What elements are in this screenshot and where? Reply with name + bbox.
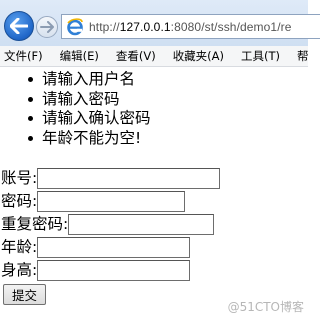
form-row-confirm-password: 重复密码:: [0, 213, 308, 236]
menu-file[interactable]: 文件(F): [0, 46, 47, 66]
menu-tools[interactable]: 工具(T): [236, 46, 284, 66]
form-row-account: 账号:: [0, 167, 308, 190]
account-label: 账号:: [1, 169, 38, 187]
menu-view[interactable]: 查看(V): [111, 46, 160, 66]
height-label: 身高:: [1, 261, 38, 279]
browser-navigation-bar: http://127.0.0.1:8080/st/ssh/demo1/re: [0, 0, 320, 46]
internet-explorer-icon: [67, 17, 83, 35]
form-row-age: 年龄:: [0, 236, 308, 259]
back-button[interactable]: [4, 11, 34, 41]
validation-error-list: 请输入用户名 请输入密码 请输入确认密码 年龄不能为空!: [0, 70, 308, 148]
form-row-password: 密码:: [0, 190, 308, 213]
page-content: 请输入用户名 请输入密码 请输入确认密码 年龄不能为空! 账号: 密码: 重复密…: [0, 70, 308, 305]
error-message: 年龄不能为空!: [28, 129, 308, 149]
error-message: 请输入确认密码: [28, 109, 308, 129]
menu-help[interactable]: 帮助: [292, 46, 308, 66]
account-input[interactable]: [37, 168, 221, 189]
submit-button[interactable]: 提交: [3, 284, 47, 305]
watermark: @51CTO博客: [227, 300, 304, 314]
confirm-password-input[interactable]: [68, 214, 215, 235]
register-form: 账号: 密码: 重复密码: 年龄: 身高: 提交: [0, 167, 308, 305]
address-bar[interactable]: http://127.0.0.1:8080/st/ssh/demo1/re: [61, 14, 320, 39]
error-message: 请输入用户名: [28, 70, 308, 90]
menu-bar: 文件(F) 编辑(E) 查看(V) 收藏夹(A) 工具(T) 帮助: [0, 46, 308, 67]
forward-button[interactable]: [36, 16, 58, 38]
password-label: 密码:: [1, 192, 38, 210]
url-text: http://127.0.0.1:8080/st/ssh/demo1/re: [89, 19, 292, 34]
menu-favorites[interactable]: 收藏夹(A): [168, 46, 228, 66]
age-input[interactable]: [37, 237, 191, 258]
error-message: 请输入密码: [28, 90, 308, 110]
form-row-height: 身高:: [0, 259, 308, 282]
password-input[interactable]: [37, 191, 186, 212]
height-input[interactable]: [37, 260, 191, 281]
confirm-password-label: 重复密码:: [1, 215, 69, 233]
age-label: 年龄:: [1, 238, 38, 256]
forward-arrow-icon: [40, 21, 54, 33]
menu-edit[interactable]: 编辑(E): [55, 46, 103, 66]
back-arrow-icon: [10, 18, 28, 34]
